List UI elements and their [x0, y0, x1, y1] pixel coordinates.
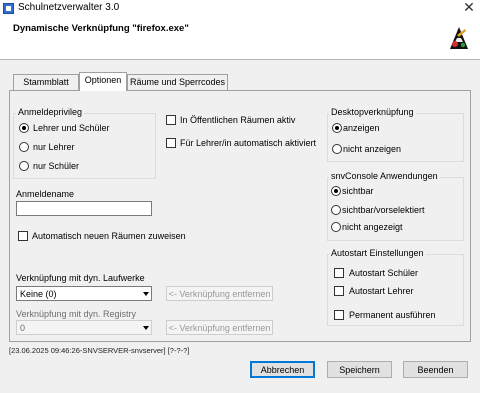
- desktop-group: [327, 113, 464, 162]
- checkbox-autostart-lehrer[interactable]: [334, 286, 344, 296]
- laufwerke-combobox[interactable]: Keine (0): [16, 286, 152, 301]
- radio-nur-lehrer[interactable]: [19, 142, 29, 152]
- radio-nur-lehrer-label: nur Lehrer: [33, 142, 75, 152]
- radio-nur-schueler-label: nur Schüler: [33, 161, 80, 171]
- title-bar: Schulnetzverwalter 3.0 ✕: [0, 0, 480, 17]
- dialog-title: Dynamische Verknüpfung "firefox.exe": [13, 23, 189, 34]
- close-icon[interactable]: ✕: [460, 0, 478, 16]
- radio-snv-nicht-angezeigt-label: nicht angezeigt: [342, 222, 403, 232]
- registry-label: Verknüpfung mit dyn. Registry: [16, 309, 137, 319]
- checkbox-autostart-schueler-label: Autostart Schüler: [349, 268, 419, 278]
- radio-desktop-anzeigen-label: anzeigen: [343, 123, 380, 133]
- desktop-label: Desktopverknüpfung: [329, 107, 416, 117]
- radio-desktop-anzeigen[interactable]: [332, 123, 342, 133]
- anmeldename-input[interactable]: [16, 201, 152, 216]
- registry-combobox[interactable]: 0: [16, 320, 152, 335]
- app-icon: [3, 3, 14, 14]
- checkbox-oeffentliche-raeume-label: In Öffentlichen Räumen aktiv: [180, 115, 296, 125]
- status-text: [23.06.2025 09:46:26-SNVSERVER-snvserver…: [9, 346, 190, 355]
- checkbox-autostart-schueler[interactable]: [334, 268, 344, 278]
- chevron-down-icon: [143, 326, 149, 330]
- radio-snv-nicht-angezeigt[interactable]: [331, 222, 341, 232]
- radio-snv-vorselektiert[interactable]: [331, 205, 341, 215]
- checkbox-auto-rooms[interactable]: [18, 231, 28, 241]
- radio-snv-sichtbar-label: sichtbar: [342, 186, 374, 196]
- checkbox-autostart-lehrer-label: Autostart Lehrer: [349, 286, 414, 296]
- quit-button[interactable]: Beenden: [403, 361, 468, 378]
- tab-stammblatt[interactable]: Stammblatt: [13, 74, 79, 91]
- checkbox-lehrer-auto-label: Für Lehrer/in automatisch aktiviert: [180, 138, 317, 148]
- laufwerke-label: Verknüpfung mit dyn. Laufwerke: [16, 273, 145, 283]
- tab-raeume-sperrcodes[interactable]: Räume und Sperrcodes: [127, 74, 228, 91]
- autostart-label: Autostart Einstellungen: [329, 248, 426, 258]
- radio-nur-schueler[interactable]: [19, 161, 29, 171]
- radio-desktop-nicht-anzeigen-label: nicht anzeigen: [343, 144, 402, 154]
- snvconsole-label: snvConsole Anwendungen: [329, 171, 440, 181]
- radio-snv-vorselektiert-label: sichtbar/vorselektiert: [342, 205, 425, 215]
- window-title: Schulnetzverwalter 3.0: [18, 2, 120, 13]
- checkbox-oeffentliche-raeume[interactable]: [166, 115, 176, 125]
- checkbox-permanent[interactable]: [334, 310, 344, 320]
- radio-lehrer-und-schueler[interactable]: [19, 123, 29, 133]
- registry-combobox-value: 0: [20, 323, 26, 333]
- checkbox-lehrer-auto[interactable]: [166, 138, 176, 148]
- checkbox-auto-rooms-label: Automatisch neuen Räumen zuweisen: [32, 231, 186, 241]
- radio-desktop-nicht-anzeigen[interactable]: [332, 144, 342, 154]
- registry-remove-button[interactable]: <- Verknüpfung entfernen: [166, 320, 273, 335]
- anmeldename-label: Anmeldename: [16, 189, 75, 199]
- cancel-button[interactable]: Abbrechen: [250, 361, 315, 378]
- chevron-down-icon: [143, 292, 149, 296]
- laufwerke-combobox-value: Keine (0): [20, 289, 57, 299]
- radio-snv-sichtbar[interactable]: [331, 186, 341, 196]
- ink-logo-icon: [450, 27, 468, 49]
- dialog-header: Dynamische Verknüpfung "firefox.exe": [0, 17, 480, 60]
- save-button[interactable]: Speichern: [327, 361, 392, 378]
- tab-optionen[interactable]: Optionen: [79, 72, 127, 91]
- checkbox-permanent-label: Permanent ausführen: [349, 310, 436, 320]
- radio-lehrer-und-schueler-label: Lehrer und Schüler: [33, 123, 110, 133]
- anmeldeprivileg-label: Anmeldeprivileg: [16, 107, 85, 117]
- laufwerke-remove-button[interactable]: <- Verknüpfung entfernen: [166, 286, 273, 301]
